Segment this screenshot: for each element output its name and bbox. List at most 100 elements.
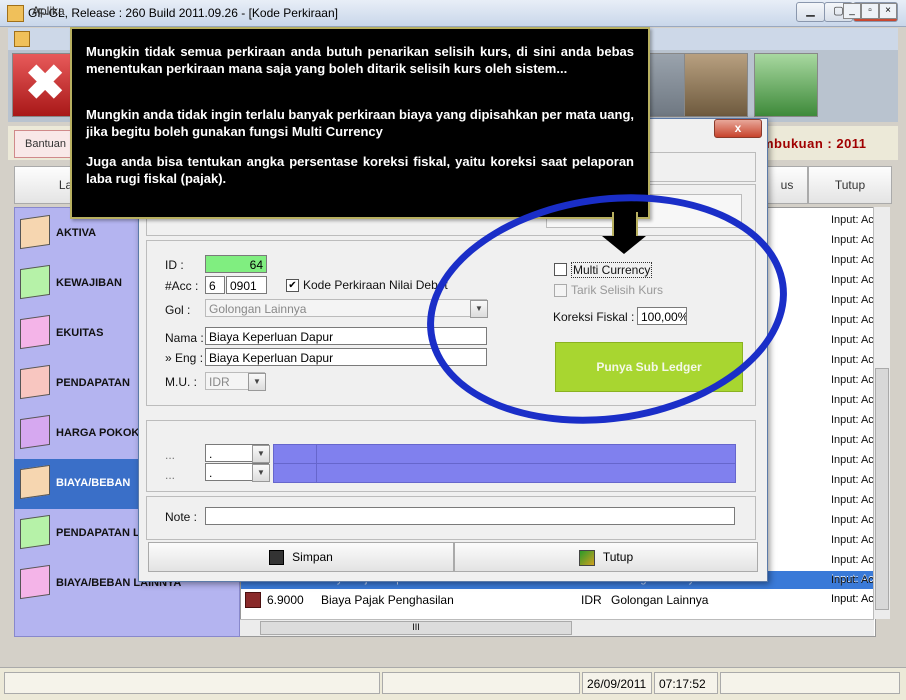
acc-label: #Acc : <box>165 279 199 293</box>
note-field[interactable] <box>205 507 735 525</box>
id-label: ID : <box>165 258 184 272</box>
status-cell-5 <box>720 672 900 694</box>
folder-icon <box>20 314 50 350</box>
money-icon[interactable] <box>754 53 818 117</box>
row-input-cell: Input: Ac <box>831 554 874 566</box>
sub-ledger-button[interactable]: Punya Sub Ledger <box>555 342 743 392</box>
row-name: Biaya Pajak Penghasilan <box>321 593 454 607</box>
link1-name-bar[interactable] <box>316 444 736 464</box>
row-input-cell: Input: Ac <box>831 374 874 386</box>
mdi-title: Aplika <box>32 4 65 18</box>
table-row[interactable]: 6.9000 Biaya Pajak Penghasilan IDR Golon… <box>241 591 875 609</box>
link2-name-bar[interactable] <box>316 463 736 483</box>
row-code: 6.9000 <box>267 593 304 607</box>
row-input: Input: Ac <box>831 593 874 605</box>
exit-door-icon <box>578 549 595 566</box>
tutup-label: Tutup <box>602 550 634 564</box>
mdi-minimize-button[interactable]: _ <box>843 3 861 19</box>
gol-select[interactable]: Golongan Lainnya <box>205 299 487 317</box>
multi-currency-checkbox[interactable] <box>554 263 567 276</box>
vertical-scroll-thumb[interactable] <box>875 368 889 610</box>
link2-code-bar[interactable] <box>273 463 317 483</box>
tooltip-arrow-stem <box>612 212 638 238</box>
row-gol: Golongan Lainnya <box>611 593 709 607</box>
tutup-main-button[interactable]: Tutup <box>808 166 892 204</box>
exit-button[interactable]: ✖ <box>12 53 76 117</box>
status-cell-1 <box>4 672 380 694</box>
horizontal-scroll-thumb[interactable]: III <box>260 621 572 635</box>
link1-dropdown-icon[interactable]: ▼ <box>252 445 270 463</box>
id-field: 64 <box>205 255 267 273</box>
simpan-button[interactable]: Simpan <box>148 542 454 572</box>
tooltip-paragraph-3: Juga anda bisa tentukan angka persentase… <box>86 154 634 186</box>
multi-currency-label[interactable]: Multi Currency <box>571 262 653 278</box>
row-input-cell: Input: Ac <box>831 354 874 366</box>
acc-field[interactable]: 0901 <box>226 276 267 294</box>
debet-label: Kode Perkiraan Nilai Debet <box>303 278 448 292</box>
row-input-cell: Input: Ac <box>831 274 874 286</box>
koreksi-fiskal-label: Koreksi Fiskal : <box>553 310 635 324</box>
save-icon <box>269 550 285 566</box>
row-input-cell: Input: Ac <box>831 334 874 346</box>
status-time: 07:17:52 <box>654 672 718 694</box>
exit-icon: ✖ <box>25 57 66 110</box>
mdi-app-icon <box>14 31 30 47</box>
row-input-cell: Input: Ac <box>831 434 874 446</box>
row-input-cell: Input: Ac <box>831 234 874 246</box>
bantuan-button[interactable]: Bantuan <box>14 130 77 158</box>
link2-dropdown-icon[interactable]: ▼ <box>252 464 270 482</box>
row-input-cell: Input: Ac <box>831 214 874 226</box>
users-icon[interactable] <box>684 53 748 117</box>
note-label: Note : <box>165 510 198 524</box>
gol-dropdown-icon[interactable]: ▼ <box>470 300 488 318</box>
book-icon <box>245 592 261 608</box>
tooltip-paragraph-1: Mungkin tidak semua perkiraan anda butuh… <box>86 44 634 76</box>
nama-label: Nama : <box>165 331 204 345</box>
row-input-cell: Input: Ac <box>831 254 874 266</box>
tarik-selisih-checkbox[interactable] <box>554 284 567 297</box>
status-cell-2 <box>382 672 580 694</box>
tarik-selisih-label: Tarik Selisih Kurs <box>571 283 664 297</box>
tooltip-paragraph-2: Mungkin anda tidak ingin terlalu banyak … <box>86 107 634 139</box>
folder-icon <box>20 514 50 550</box>
mu-dropdown-icon[interactable]: ▼ <box>248 373 266 391</box>
tooltip-arrow-head <box>602 236 646 254</box>
help-tooltip: Mungkin tidak semua perkiraan anda butuh… <box>70 27 650 219</box>
nama-field[interactable]: Biaya Keperluan Dapur <box>205 327 487 345</box>
row-input-cell: Input: Ac <box>831 474 874 486</box>
eng-label: » Eng : <box>165 351 204 365</box>
link1-label: ... <box>165 448 176 462</box>
row-input-cell: Input: Ac <box>831 394 874 406</box>
folder-icon <box>20 564 50 600</box>
minimize-button[interactable]: ▁ <box>796 2 825 22</box>
row-input-cell: Input: Ac <box>831 574 874 586</box>
app-icon <box>7 5 24 22</box>
status-date: 26/09/2011 <box>582 672 652 694</box>
koreksi-fiskal-field[interactable]: 100,00% <box>637 307 687 325</box>
mu-label: M.U. : <box>165 375 197 389</box>
debet-checkbox[interactable]: ✔ <box>286 279 299 292</box>
row-input-cell: Input: Ac <box>831 514 874 526</box>
row-input-cell: Input: Ac <box>831 454 874 466</box>
folder-icon <box>20 464 50 500</box>
row-input-cell: Input: Ac <box>831 414 874 426</box>
simpan-label: Simpan <box>292 550 333 564</box>
folder-icon <box>20 364 50 400</box>
row-input-cell: Input: Ac <box>831 494 874 506</box>
row-input-cell: Input: Ac <box>831 294 874 306</box>
hapus-button[interactable]: us <box>766 166 808 204</box>
acc-prefix-field[interactable]: 6 <box>205 276 225 294</box>
gol-label: Gol : <box>165 303 191 317</box>
folder-icon <box>20 414 50 450</box>
mdi-restore-button[interactable]: ▫ <box>861 3 879 19</box>
link2-label: ... <box>165 468 176 482</box>
folder-icon <box>20 264 50 300</box>
dialog-close-button[interactable]: x <box>714 119 762 138</box>
link1-code-bar[interactable] <box>273 444 317 464</box>
folder-icon <box>20 214 50 250</box>
tutup-button[interactable]: Tutup <box>454 542 758 572</box>
eng-field[interactable]: Biaya Keperluan Dapur <box>205 348 487 366</box>
row-mu: IDR <box>581 593 602 607</box>
mdi-close-button[interactable]: × <box>879 3 897 19</box>
fiscal-year-label: mbukuan : 2011 <box>762 136 867 151</box>
